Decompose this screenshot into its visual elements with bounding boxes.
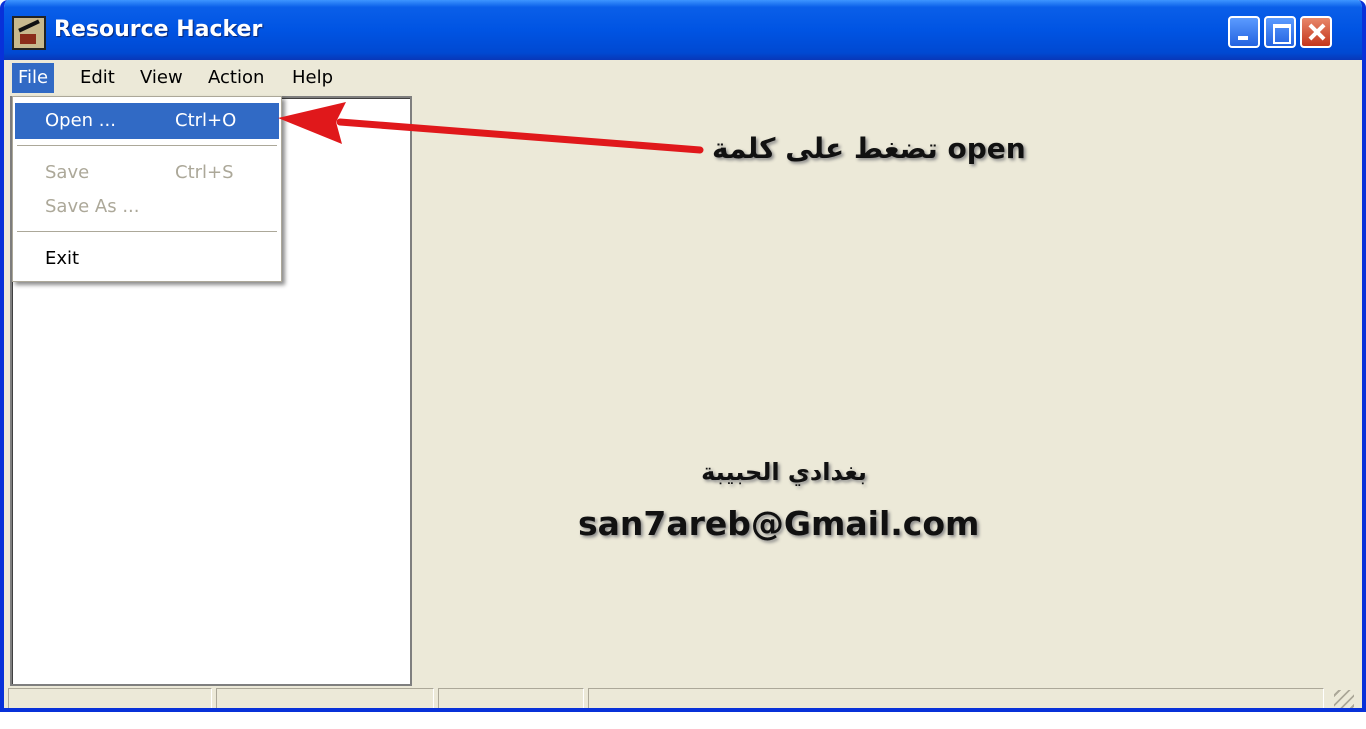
menu-item-open[interactable]: Open ... Ctrl+O bbox=[15, 103, 279, 139]
menu-action[interactable]: Action bbox=[202, 63, 270, 93]
resource-hacker-app-icon[interactable] bbox=[12, 16, 46, 50]
status-panel-4 bbox=[588, 688, 1324, 708]
menu-separator bbox=[17, 145, 277, 147]
red-arrow-icon bbox=[278, 102, 704, 154]
close-button[interactable] bbox=[1300, 16, 1332, 48]
menu-help[interactable]: Help bbox=[286, 63, 339, 93]
status-panel-1 bbox=[8, 688, 212, 708]
save-shortcut: Ctrl+S bbox=[175, 162, 234, 183]
window-title: Resource Hacker bbox=[54, 17, 263, 42]
status-panel-2 bbox=[216, 688, 434, 708]
save-as-label: Save As ... bbox=[45, 196, 140, 217]
menu-item-save: Save Ctrl+S bbox=[15, 155, 279, 191]
file-menu-dropdown: Open ... Ctrl+O Save Ctrl+S Save As ... … bbox=[12, 96, 282, 282]
author-signature: بغدادي الحبيبة bbox=[701, 458, 867, 486]
title-bar[interactable]: Resource Hacker bbox=[4, 0, 1362, 60]
resize-grip-icon[interactable] bbox=[1334, 690, 1354, 708]
pane-splitter[interactable] bbox=[412, 96, 420, 686]
status-bar bbox=[4, 688, 1362, 708]
exit-label: Exit bbox=[45, 248, 80, 269]
menu-item-save-as: Save As ... bbox=[15, 189, 279, 225]
open-label: Open ... bbox=[45, 110, 116, 131]
menu-edit[interactable]: Edit bbox=[74, 63, 121, 93]
open-shortcut: Ctrl+O bbox=[175, 110, 237, 131]
status-panel-3 bbox=[438, 688, 584, 708]
menu-separator bbox=[17, 231, 277, 233]
maximize-button[interactable] bbox=[1264, 16, 1296, 48]
author-email: san7areb@Gmail.com bbox=[578, 504, 980, 543]
menu-item-exit[interactable]: Exit bbox=[15, 241, 279, 277]
menu-file[interactable]: File bbox=[12, 63, 55, 93]
open-instruction-caption: تضغط على كلمة open bbox=[712, 132, 1026, 165]
minimize-button[interactable] bbox=[1228, 16, 1260, 48]
menu-view[interactable]: View bbox=[134, 63, 189, 93]
save-label: Save bbox=[45, 162, 90, 183]
menu-bar: File Edit View Action Help bbox=[4, 60, 1362, 96]
